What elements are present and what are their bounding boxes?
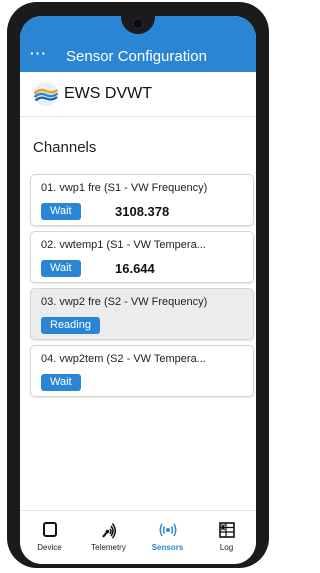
page-title: Sensor Configuration	[66, 48, 207, 65]
status-badge[interactable]: Reading	[41, 317, 100, 334]
status-badge[interactable]: Wait	[41, 260, 81, 277]
tab-sensors[interactable]: Sensors	[138, 511, 197, 564]
telemetry-icon	[101, 523, 116, 539]
brand-bar: EWS DVWT	[20, 72, 256, 117]
camera-icon	[132, 18, 144, 29]
menu-button[interactable]: ···	[30, 46, 47, 60]
channel-label: 03. vwp2 fre (S2 - VW Frequency)	[41, 296, 208, 308]
channel-label: 04. vwp2tem (S2 - VW Tempera...	[41, 353, 206, 365]
tab-label: Device	[37, 543, 62, 552]
tab-label: Sensors	[151, 543, 184, 552]
brand-name: EWS DVWT	[64, 85, 152, 102]
tab-log[interactable]: Log	[197, 511, 256, 564]
channel-card[interactable]: 04. vwp2tem (S2 - VW Tempera... Wait	[30, 345, 254, 397]
status-badge[interactable]: Wait	[41, 374, 81, 391]
app-screen: ··· Sensor Configuration EWS DVWT Channe…	[20, 16, 256, 564]
channel-card-selected[interactable]: 03. vwp2 fre (S2 - VW Frequency) Reading	[30, 288, 254, 340]
sensors-icon	[159, 523, 176, 537]
channel-card[interactable]: 02. vwtemp1 (S1 - VW Tempera... Wait 16.…	[30, 231, 254, 283]
tab-label: Telemetry	[91, 543, 126, 552]
channel-label: 02. vwtemp1 (S1 - VW Tempera...	[41, 239, 206, 251]
phone-frame: ··· Sensor Configuration EWS DVWT Channe…	[7, 2, 269, 568]
log-icon	[218, 522, 235, 538]
status-badge[interactable]: Wait	[41, 203, 81, 220]
channel-value: 16.644	[115, 261, 155, 276]
device-icon	[42, 522, 57, 537]
bottom-tab-bar: Device Telemetry Sensors Log	[20, 510, 256, 564]
channels-heading: Channels	[33, 139, 97, 156]
tab-label: Log	[219, 543, 234, 552]
channel-value: 3108.378	[115, 204, 170, 219]
channel-label: 01. vwp1 fre (S1 - VW Frequency)	[41, 182, 208, 194]
ews-logo-icon	[33, 82, 59, 106]
channel-card[interactable]: 01. vwp1 fre (S1 - VW Frequency) Wait 31…	[30, 174, 254, 226]
tab-device[interactable]: Device	[20, 511, 79, 564]
tab-telemetry[interactable]: Telemetry	[79, 511, 138, 564]
